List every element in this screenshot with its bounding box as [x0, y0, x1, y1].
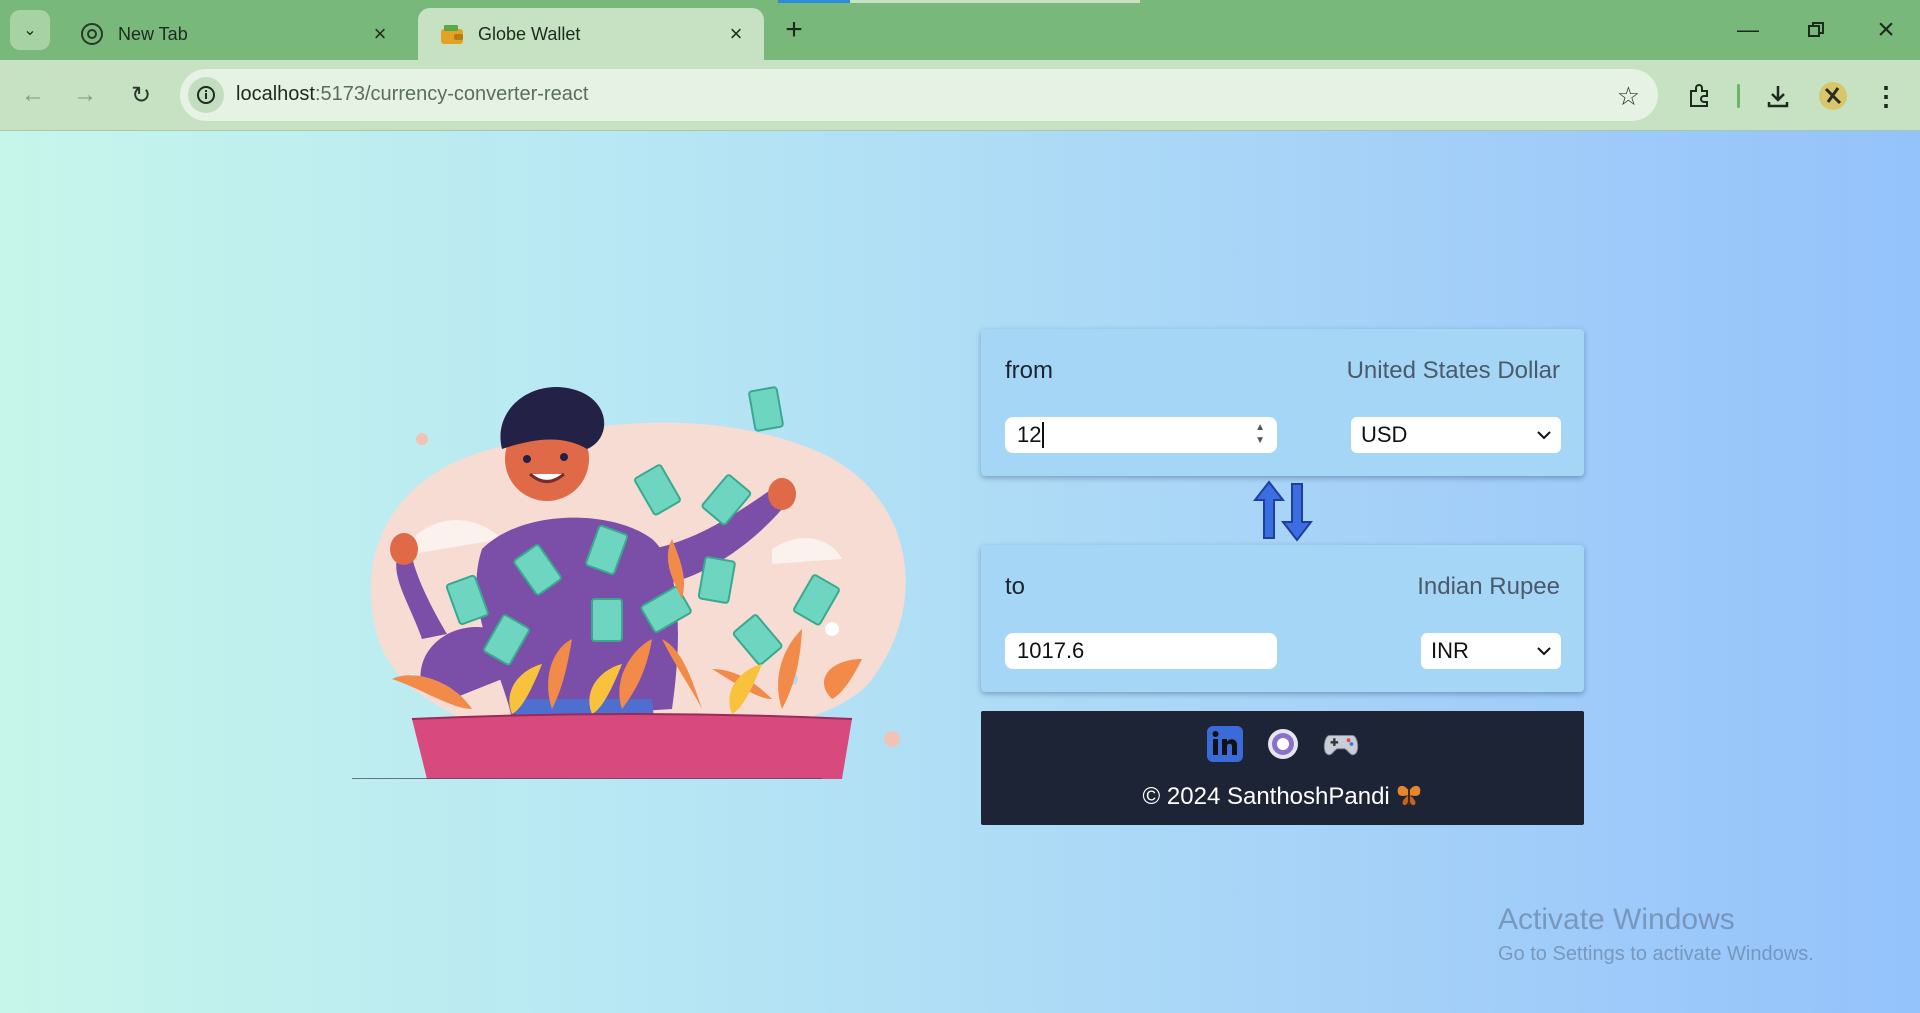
minimize-button[interactable]: — [1718, 10, 1778, 50]
github-icon[interactable] [1264, 725, 1302, 763]
chevron-down-icon: ⌄ [23, 22, 37, 39]
url-text[interactable]: localhost:5173/currency-converter-react [236, 83, 588, 106]
wallet-icon [440, 22, 464, 46]
arrow-left-icon: ← [21, 81, 45, 108]
profile-avatar[interactable] [1813, 76, 1853, 116]
from-currency-select[interactable]: USD [1351, 417, 1561, 453]
plus-icon: + [785, 13, 803, 46]
windows-activation-watermark: Activate Windows Go to Settings to activ… [1498, 903, 1814, 965]
address-bar[interactable]: localhost:5173/currency-converter-react … [180, 69, 1658, 121]
to-label: to [1005, 573, 1026, 600]
page-footer: © 2024 SanthoshPandi [981, 711, 1584, 825]
close-window-button[interactable]: × [1856, 10, 1916, 50]
tab-new-tab[interactable]: New Tab × [58, 8, 408, 60]
arrow-right-icon: → [73, 81, 97, 108]
social-links [981, 725, 1584, 763]
forward-button[interactable]: → [66, 76, 104, 114]
menu-kebab-icon[interactable]: ⋮ [1866, 76, 1906, 116]
close-icon[interactable]: × [724, 21, 748, 46]
butterfly-icon [1390, 783, 1423, 810]
number-spinner[interactable]: ▲ ▼ [1255, 421, 1265, 447]
linkedin-icon[interactable] [1206, 725, 1244, 763]
site-info-icon[interactable] [188, 77, 224, 113]
close-icon[interactable]: × [368, 21, 392, 46]
from-currency-name: United States Dollar [1346, 357, 1560, 384]
tab-strip: ⌄ New Tab × Globe Wallet × + — × [0, 0, 1920, 60]
to-currency-card: to Indian Rupee 1017.6 INR [981, 545, 1584, 692]
tab-title: New Tab [118, 23, 188, 44]
back-button[interactable]: ← [14, 76, 52, 114]
extensions-icon[interactable] [1680, 76, 1720, 116]
from-label: from [1005, 357, 1053, 384]
browser-toolbar: ← → ↻ localhost:5173/currency-converter-… [0, 60, 1920, 131]
money-illustration [352, 386, 906, 779]
tab-title: Globe Wallet [478, 23, 581, 44]
chrome-icon [80, 22, 104, 46]
chevron-down-icon [1537, 647, 1551, 656]
copyright-text: © 2024 SanthoshPandi [981, 783, 1584, 811]
page-viewport: from United States Dollar 12 ▲ ▼ USD to I… [0, 131, 1920, 1013]
restore-button[interactable] [1786, 10, 1846, 50]
minimize-icon: — [1737, 17, 1759, 42]
swap-arrows-icon[interactable] [1253, 478, 1313, 544]
to-currency-name: Indian Rupee [1417, 573, 1560, 600]
tab-globe-wallet[interactable]: Globe Wallet × [418, 8, 764, 60]
tab-search-button[interactable]: ⌄ [10, 10, 50, 50]
reload-button[interactable]: ↻ [122, 76, 160, 114]
loading-indicator [778, 0, 1140, 3]
download-icon[interactable] [1758, 76, 1798, 116]
close-icon: × [1877, 13, 1895, 46]
to-currency-select[interactable]: INR [1421, 633, 1561, 669]
gamepad-icon[interactable] [1322, 725, 1360, 763]
chevron-down-icon [1537, 431, 1551, 440]
new-tab-button[interactable]: + [776, 12, 812, 48]
from-currency-card: from United States Dollar 12 ▲ ▼ USD [981, 329, 1584, 476]
bookmark-star-icon[interactable]: ☆ [1617, 81, 1640, 112]
toolbar-divider [1737, 84, 1740, 108]
reload-icon: ↻ [130, 81, 152, 109]
restore-icon [1808, 22, 1824, 37]
from-amount-input[interactable]: 12 ▲ ▼ [1005, 417, 1277, 453]
to-amount-output[interactable]: 1017.6 [1005, 633, 1277, 669]
